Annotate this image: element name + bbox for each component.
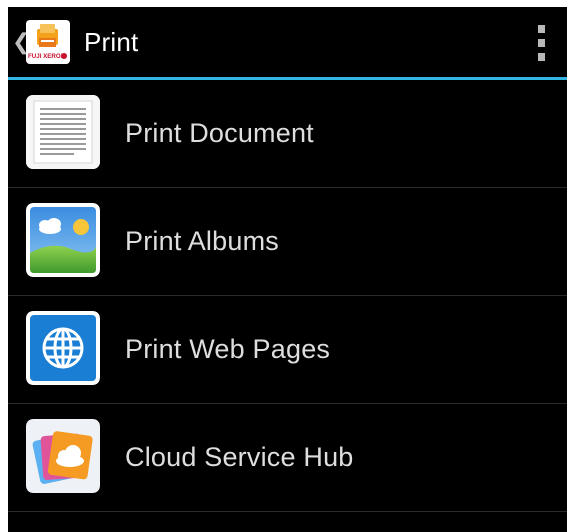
chevron-left-icon: ❮ (12, 29, 31, 54)
fuji-xerox-logo-text: FUJI XEROX (28, 53, 66, 60)
overflow-menu-button[interactable] (529, 25, 553, 61)
list-item-label: Print Document (125, 118, 314, 148)
page-title: Print (84, 26, 139, 57)
app-screen: ❮ FUJI XEROX Print Print Document Print … (8, 7, 567, 532)
list-item-print-albums[interactable]: Print Albums (8, 188, 567, 296)
cloud-icon (26, 419, 100, 493)
photo-album-icon (26, 203, 100, 277)
list-item-label: Cloud Service Hub (125, 442, 354, 472)
overflow-menu-icon (537, 25, 545, 33)
list-item-print-document[interactable]: Print Document (8, 80, 567, 188)
fuji-xerox-print-app-icon: FUJI XEROX (26, 20, 70, 64)
list-item-label: Print Albums (125, 226, 279, 256)
list-item-print-web-pages[interactable]: Print Web Pages (8, 296, 567, 404)
up-navigation-button[interactable]: ❮ FUJI XEROX Print (8, 15, 158, 69)
list-item-label: Print Web Pages (125, 334, 331, 364)
document-icon (26, 95, 100, 169)
list-item-cloud-service-hub[interactable]: Cloud Service Hub (8, 404, 567, 512)
print-menu-list: Print Document Print Albums Print Web Pa… (8, 80, 567, 512)
globe-icon (26, 311, 100, 385)
action-bar: ❮ FUJI XEROX Print (8, 7, 567, 77)
